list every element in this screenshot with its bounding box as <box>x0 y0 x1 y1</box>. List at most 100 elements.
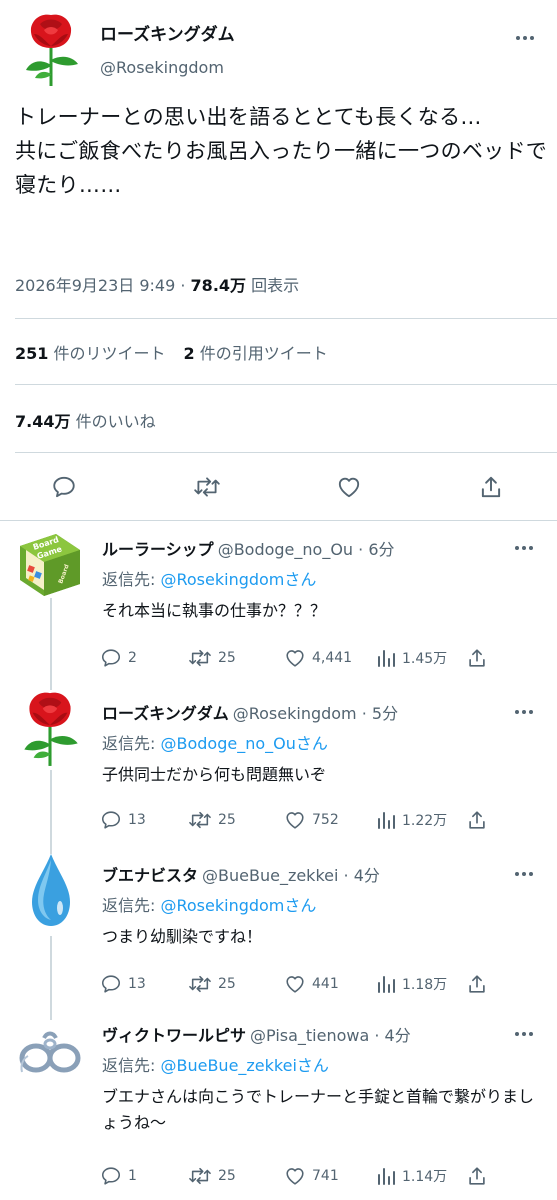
reply-to: 返信先: @Bodoge_no_Ouさん <box>102 730 328 754</box>
avatar[interactable] <box>14 1024 86 1104</box>
reply-header: ローズキングダム @Rosekingdom · 5分 <box>102 700 398 724</box>
reply-header: ブエナビスタ @BueBue_zekkei · 4分 <box>102 862 380 886</box>
author-name[interactable]: ローズキングダム <box>100 20 235 45</box>
reply-count: 13 <box>128 812 146 828</box>
retweet-stats: 251 件のリツイート 2 件の引用ツイート <box>15 340 328 364</box>
author-handle[interactable]: @Rosekingdom <box>100 58 224 77</box>
reply-action-bar: 1 25 741 1.14万 <box>100 1164 540 1188</box>
quotes-stat[interactable]: 2 件の引用ツイート <box>184 344 328 363</box>
author-handle-time[interactable]: @BueBue_zekkei · 4分 <box>202 866 380 885</box>
heart-icon <box>338 477 360 498</box>
reply-button[interactable]: 13 <box>100 972 146 996</box>
reply-icon <box>101 811 121 829</box>
quotes-label: 件の引用ツイート <box>194 344 328 363</box>
views-count: 1.18万 <box>402 977 448 993</box>
more-icon[interactable] <box>512 30 538 46</box>
heart-icon <box>286 1168 304 1185</box>
avatar[interactable] <box>14 688 86 768</box>
like-count: 741 <box>312 1168 339 1184</box>
reply-to: 返信先: @Rosekingdomさん <box>102 566 316 590</box>
like-button[interactable]: 741 <box>284 1164 339 1188</box>
likes-stat[interactable]: 7.44万 件のいいね <box>15 408 156 432</box>
water-drop-avatar-icon <box>32 854 70 926</box>
reply-text: それ本当に執事の仕事か？？？ <box>102 601 327 620</box>
likes-count: 7.44万 <box>15 412 71 431</box>
retweet-button[interactable] <box>190 470 224 504</box>
retweet-icon <box>189 1167 211 1185</box>
reply-to-user[interactable]: @Rosekingdomさん <box>160 896 316 915</box>
like-button[interactable]: 4,441 <box>284 646 352 670</box>
author-name[interactable]: ブエナビスタ <box>102 866 198 885</box>
reply-button[interactable]: 13 <box>100 808 146 832</box>
share-button[interactable] <box>466 646 488 670</box>
views-button[interactable]: 1.22万 <box>376 808 447 832</box>
share-icon <box>469 811 485 829</box>
retweets-stat[interactable]: 251 件のリツイート <box>15 344 166 363</box>
retweet-icon <box>189 649 211 667</box>
more-icon[interactable] <box>511 1026 537 1042</box>
reply-header: ヴィクトワールピサ @Pisa_tienowa · 4分 <box>102 1022 411 1046</box>
avatar[interactable]: Board Game Board <box>14 528 86 608</box>
reply-to: 返信先: @Rosekingdomさん <box>102 892 316 916</box>
views-count: 1.22万 <box>402 813 448 829</box>
reply-icon <box>101 649 121 667</box>
reply-header: ルーラーシップ @Bodoge_no_Ou · 6分 <box>102 536 395 560</box>
thread-line <box>50 598 52 690</box>
like-count: 752 <box>312 812 339 828</box>
retweet-button[interactable]: 25 <box>188 972 236 996</box>
views-button[interactable]: 1.14万 <box>376 1164 447 1188</box>
reply-count: 1 <box>128 1168 137 1184</box>
share-button[interactable] <box>474 470 508 504</box>
retweet-button[interactable]: 25 <box>188 646 236 670</box>
reply-to: 返信先: @BueBue_zekkeiさん <box>102 1052 329 1076</box>
quotes-count: 2 <box>183 344 195 363</box>
reply-to-user[interactable]: @Bodoge_no_Ouさん <box>160 734 327 753</box>
reply-button[interactable]: 1 <box>100 1164 137 1188</box>
heart-icon <box>286 976 304 993</box>
author-handle-time[interactable]: @Bodoge_no_Ou · 6分 <box>218 540 395 559</box>
author-handle-time[interactable]: @Pisa_tienowa · 4分 <box>250 1026 411 1045</box>
retweet-button[interactable]: 25 <box>188 808 236 832</box>
share-button[interactable] <box>466 808 488 832</box>
divider <box>15 318 557 319</box>
views-count: 1.45万 <box>402 651 448 667</box>
share-button[interactable] <box>466 972 488 996</box>
reply-icon <box>101 1167 121 1185</box>
views-button[interactable]: 1.18万 <box>376 972 447 996</box>
retweet-count: 25 <box>218 812 236 828</box>
like-button[interactable] <box>332 470 366 504</box>
views-icon <box>378 1168 395 1185</box>
board-game-avatar-icon: Board Game Board <box>20 534 80 596</box>
retweet-count: 25 <box>218 650 236 666</box>
like-button[interactable]: 752 <box>284 808 339 832</box>
author-name[interactable]: ローズキングダム <box>102 704 229 723</box>
more-icon[interactable] <box>511 866 537 882</box>
reply-count: 2 <box>128 650 137 666</box>
share-icon <box>469 975 485 993</box>
avatar[interactable] <box>14 852 86 932</box>
reply-to-label: 返信先: <box>102 734 161 753</box>
reply-to-user[interactable]: @Rosekingdomさん <box>160 570 316 589</box>
views-button[interactable]: 1.45万 <box>376 646 447 670</box>
more-icon[interactable] <box>511 704 537 720</box>
reply-button[interactable] <box>47 470 81 504</box>
divider <box>15 384 557 385</box>
reply-to-user[interactable]: @BueBue_zekkeiさん <box>160 1056 328 1075</box>
reply-button[interactable]: 2 <box>100 646 137 670</box>
retweet-button[interactable]: 25 <box>188 1164 236 1188</box>
author-handle-time[interactable]: @Rosekingdom · 5分 <box>233 704 398 723</box>
rose-avatar-icon <box>24 692 78 766</box>
reply-to-label: 返信先: <box>102 570 161 589</box>
like-button[interactable]: 441 <box>284 972 339 996</box>
thread-line <box>50 936 52 1020</box>
author-name[interactable]: ヴィクトワールピサ <box>102 1026 246 1045</box>
reply-action-bar: 13 25 441 1.18万 <box>100 972 540 996</box>
tweet-date[interactable]: 2026年9月23日 9:49 · <box>15 276 191 295</box>
author-name[interactable]: ルーラーシップ <box>102 540 214 559</box>
avatar[interactable] <box>18 10 84 88</box>
retweet-count: 25 <box>218 1168 236 1184</box>
more-icon[interactable] <box>511 540 537 556</box>
heart-icon <box>286 812 304 829</box>
share-icon <box>469 649 485 667</box>
share-button[interactable] <box>466 1164 488 1188</box>
